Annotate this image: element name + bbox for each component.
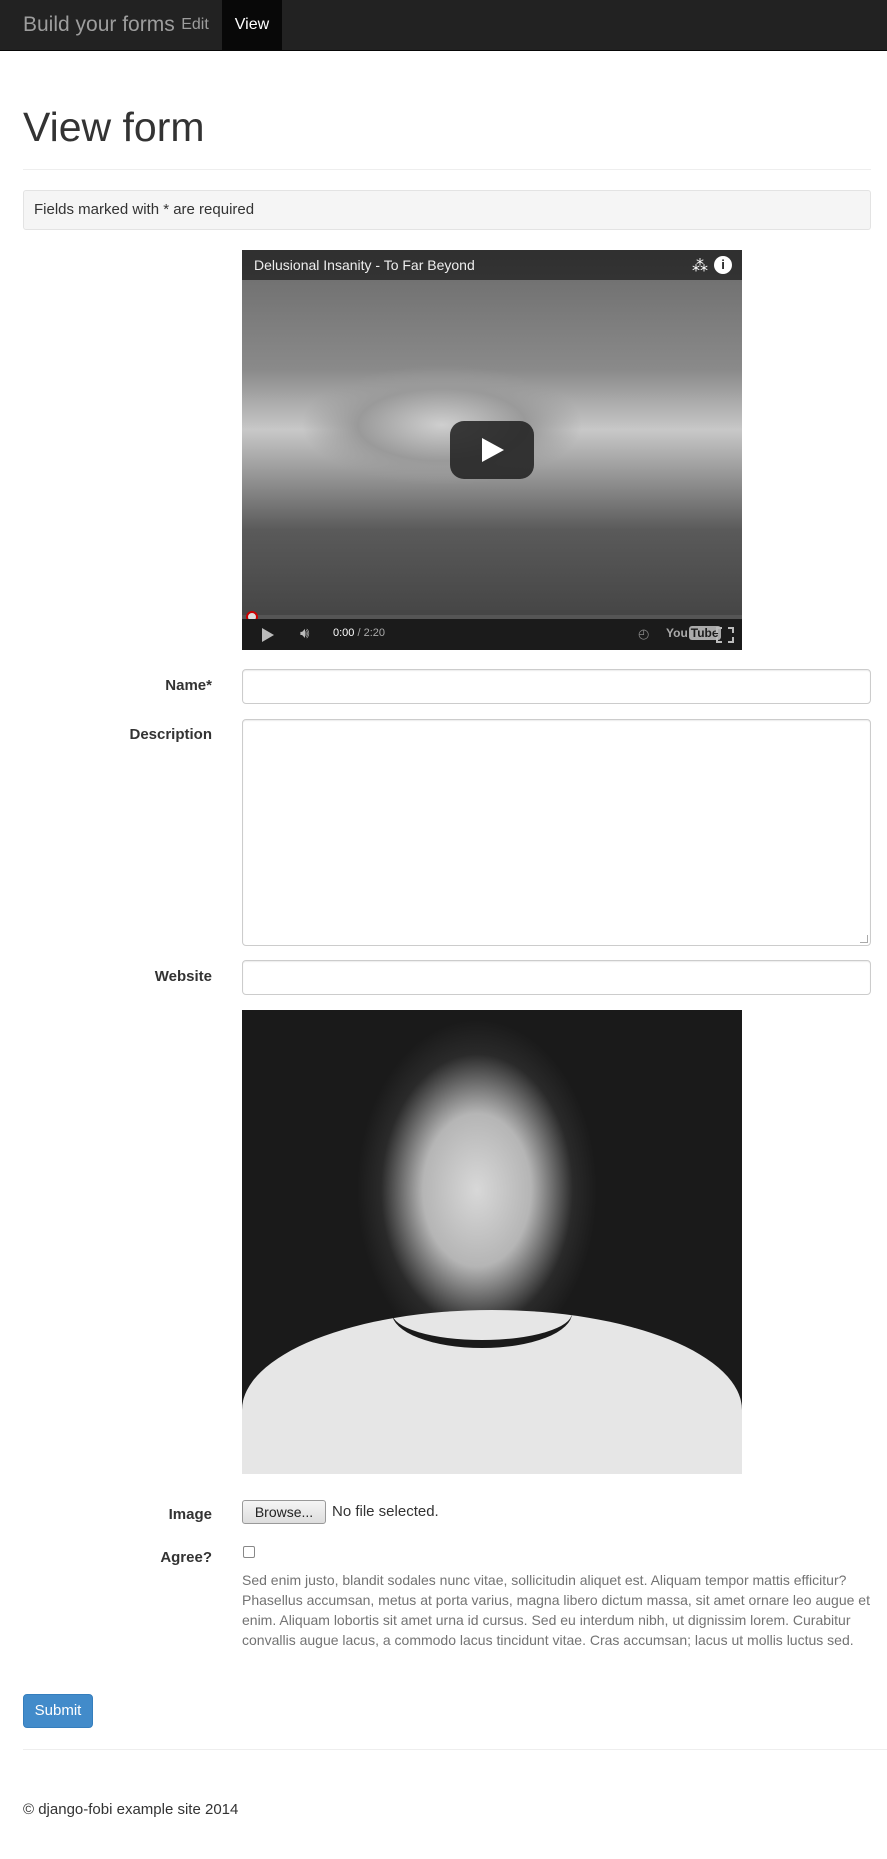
- video-title-bar: Delusional Insanity - To Far Beyond ⁂ i: [242, 250, 742, 280]
- fullscreen-icon[interactable]: [716, 627, 734, 643]
- footer-divider: [23, 1749, 887, 1750]
- agree-label: Agree?: [160, 1549, 212, 1566]
- file-status-text: No file selected.: [332, 1503, 439, 1520]
- video-title[interactable]: Delusional Insanity - To Far Beyond: [254, 257, 475, 273]
- nav-item-view[interactable]: View: [222, 0, 282, 50]
- watch-later-icon[interactable]: ◴: [638, 626, 649, 642]
- video-duration: / 2:20: [357, 627, 386, 639]
- submit-button[interactable]: Submit: [23, 1694, 93, 1728]
- top-navbar: Build your forms Edit View: [0, 0, 887, 51]
- photo-neckline: [392, 1278, 572, 1348]
- agree-checkbox[interactable]: [243, 1546, 255, 1558]
- share-icon[interactable]: ⁂: [692, 256, 708, 276]
- description-label: Description: [129, 726, 212, 743]
- youtube-logo[interactable]: You Tube: [666, 626, 721, 640]
- name-input[interactable]: [242, 669, 871, 704]
- play-icon[interactable]: [262, 628, 274, 642]
- video-time: 0:00 / 2:20: [333, 627, 385, 639]
- footer-text: © django-fobi example site 2014: [23, 1801, 239, 1818]
- website-input[interactable]: [242, 960, 871, 995]
- page-title: View form: [23, 104, 205, 150]
- agree-help-text: Sed enim justo, blandit sodales nunc vit…: [242, 1572, 870, 1648]
- name-label: Name*: [165, 677, 212, 694]
- volume-icon[interactable]: 🔊︎: [300, 625, 309, 642]
- title-divider: [23, 169, 871, 170]
- website-label: Website: [154, 968, 212, 985]
- navbar-brand[interactable]: Build your forms: [23, 13, 175, 37]
- video-current-time: 0:00: [333, 627, 355, 639]
- description-textarea[interactable]: [242, 719, 871, 946]
- play-icon[interactable]: [450, 421, 534, 479]
- youtube-logo-you: You: [666, 626, 688, 640]
- embedded-video-player[interactable]: Delusional Insanity - To Far Beyond ⁂ i …: [242, 250, 742, 650]
- embedded-portrait-image: [242, 1010, 742, 1474]
- required-fields-notice: Fields marked with * are required: [23, 190, 871, 230]
- image-label: Image: [168, 1506, 212, 1523]
- browse-file-button[interactable]: Browse...: [242, 1500, 326, 1524]
- video-controls: 🔊︎ 0:00 / 2:20 ◴ You Tube: [242, 619, 742, 650]
- info-icon[interactable]: i: [714, 256, 732, 274]
- nav-item-edit[interactable]: Edit: [167, 0, 223, 50]
- resize-handle[interactable]: [860, 935, 868, 943]
